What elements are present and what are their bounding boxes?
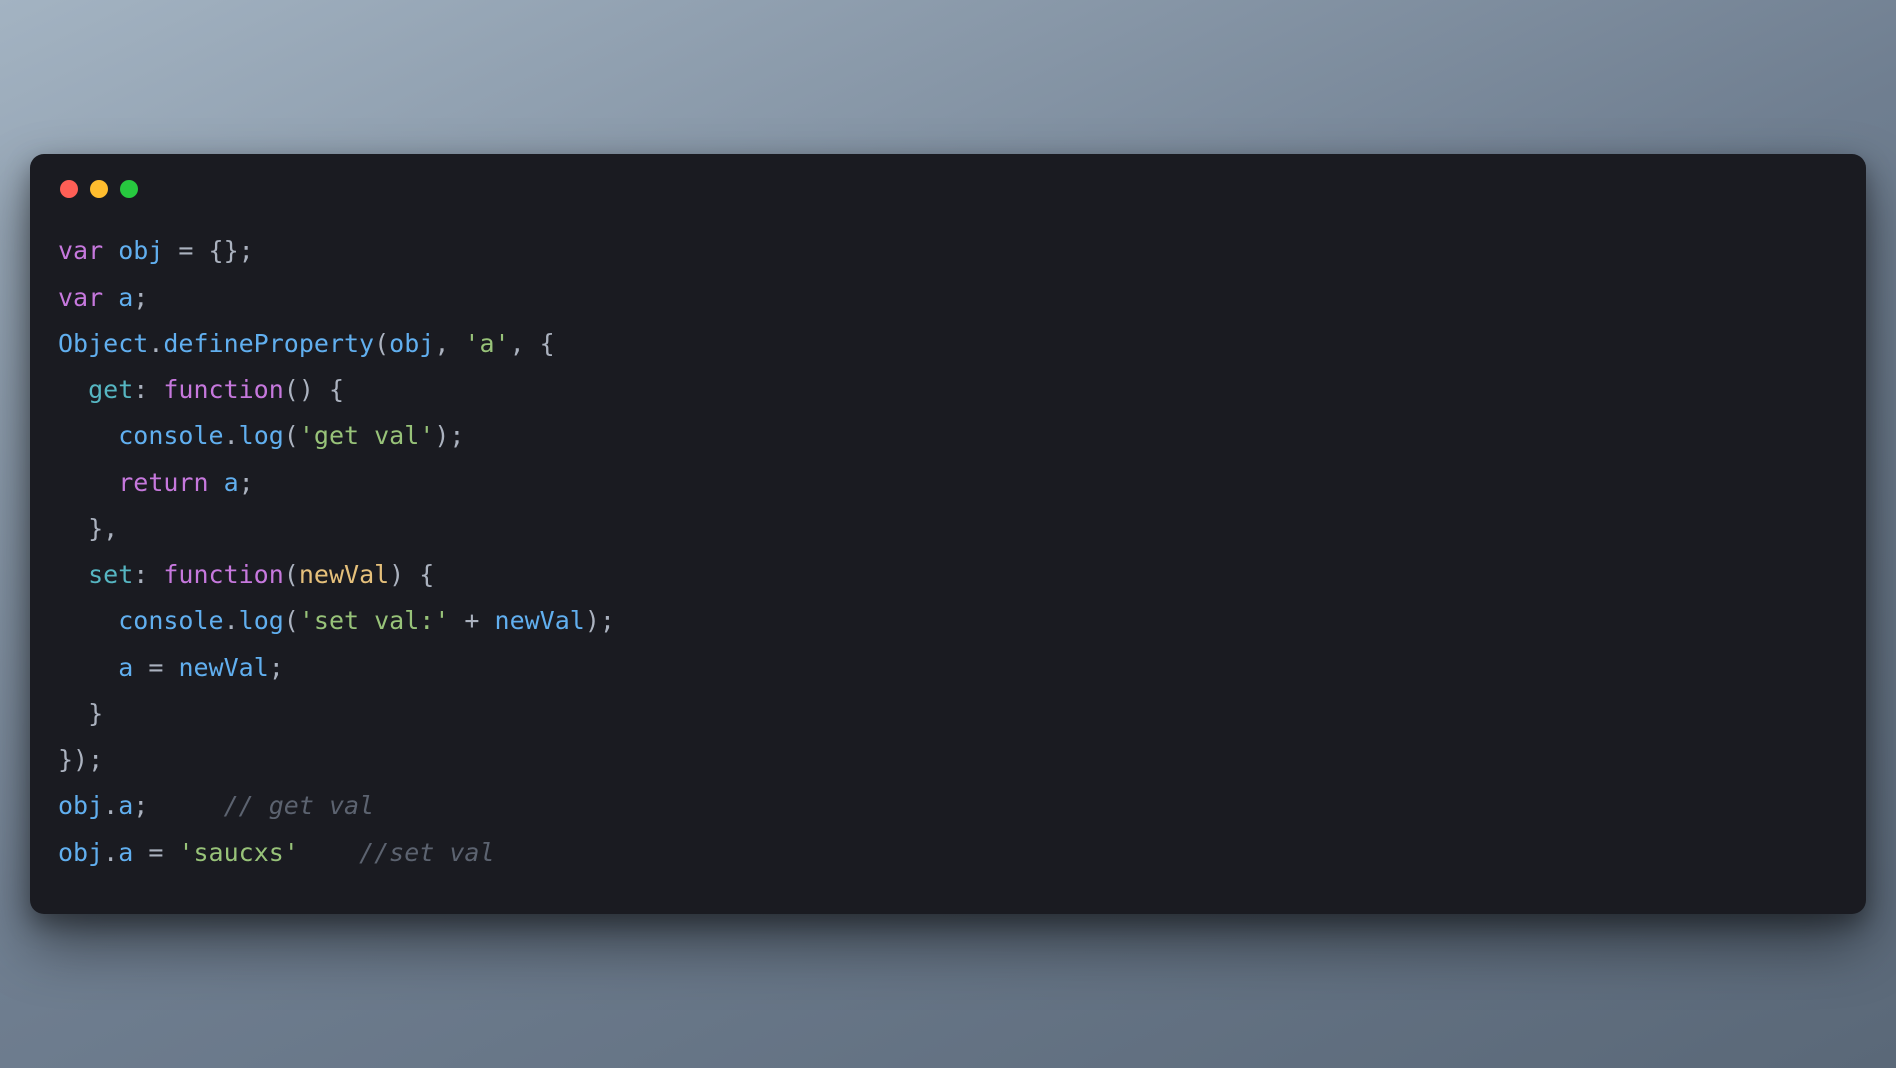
code-window: var obj = {}; var a; Object.defineProper… (30, 154, 1866, 914)
minimize-icon[interactable] (90, 180, 108, 198)
close-icon[interactable] (60, 180, 78, 198)
zoom-icon[interactable] (120, 180, 138, 198)
code-block: var obj = {}; var a; Object.defineProper… (58, 228, 1838, 876)
window-controls (58, 178, 1838, 198)
